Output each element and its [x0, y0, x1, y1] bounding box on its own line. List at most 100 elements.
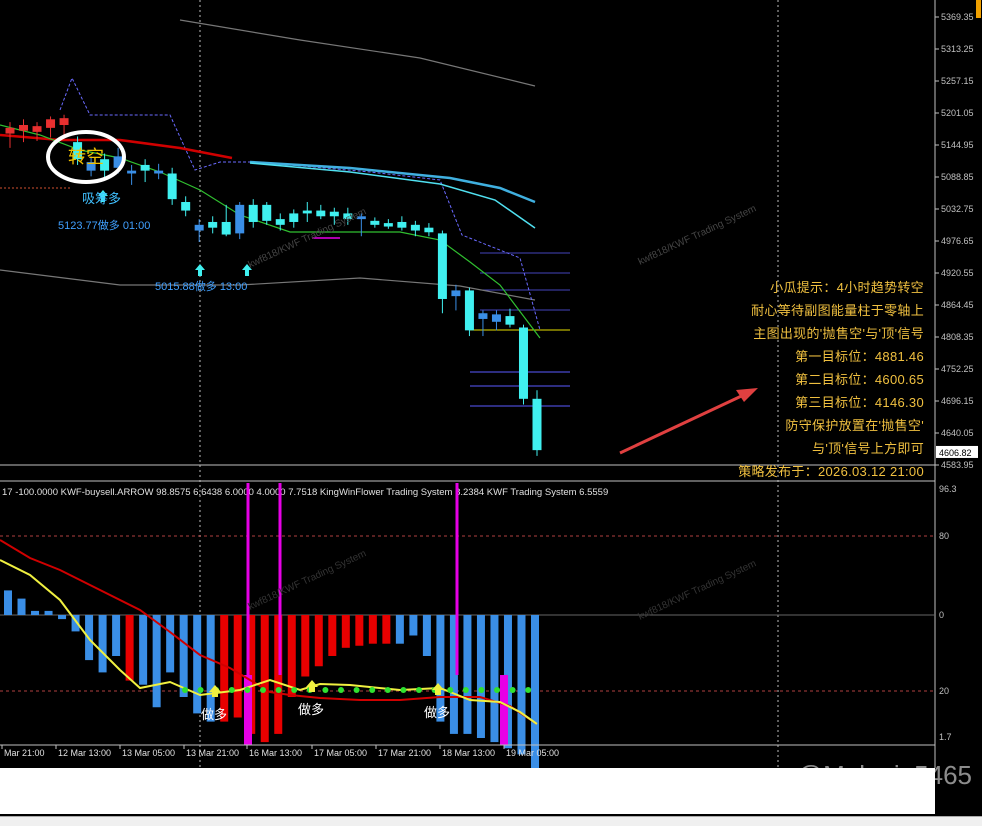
candle-body — [221, 221, 231, 235]
annotation-line: 防守保护放置在'抛售空' — [785, 418, 924, 433]
time-tick-label: 12 Mar 13:00 — [58, 748, 111, 758]
candle-body — [5, 127, 15, 134]
candle-body — [127, 170, 137, 174]
candle-body — [451, 290, 461, 297]
histogram-bar — [476, 615, 485, 738]
histogram-bar — [220, 615, 229, 722]
candle-body — [235, 204, 245, 234]
histogram-bar — [98, 615, 107, 673]
price-tick-label: 5369.35 — [941, 12, 974, 22]
green-dot — [509, 687, 516, 693]
candle-body — [154, 170, 164, 174]
price-tick-label: 5144.95 — [941, 140, 974, 150]
candle-body — [59, 118, 69, 126]
green-dot — [384, 687, 391, 693]
green-dot — [478, 687, 485, 693]
histogram-bar — [152, 615, 161, 708]
price-tick-label: 5201.05 — [941, 108, 974, 118]
candle-body — [248, 204, 258, 222]
histogram-bar — [179, 615, 188, 697]
green-dot — [462, 687, 469, 693]
time-tick-label: 13 Mar 21:00 — [186, 748, 239, 758]
histogram-bar — [58, 615, 67, 620]
candle-body — [140, 164, 150, 171]
price-tick-label: 4583.95 — [941, 460, 974, 470]
annotation-line: 耐心等待副图能量柱于零轴上 — [751, 303, 924, 318]
time-tick-label: 17 Mar 21:00 — [378, 748, 431, 758]
sub-tick-label: 20 — [939, 686, 949, 696]
histogram-bar — [409, 615, 418, 636]
candle-body — [316, 210, 326, 217]
annotation-line: 主图出现的'抛售空'与'顶'信号 — [753, 326, 924, 341]
histogram-bar — [112, 615, 121, 656]
signal-block — [500, 675, 508, 745]
histogram-bar — [125, 615, 134, 681]
annotation-line: 第三目标位：4146.30 — [795, 395, 924, 410]
green-dot — [182, 687, 188, 693]
candle-body — [19, 125, 29, 131]
price-tick-label: 5313.25 — [941, 44, 974, 54]
green-dot — [400, 687, 407, 693]
histogram-bar — [193, 615, 202, 714]
price-scale-marker — [976, 0, 981, 18]
green-dot — [197, 687, 204, 693]
candle-body — [167, 173, 177, 200]
indicator-title: 17 -100.0000 KWF-buysell.ARROW 98.8575 6… — [2, 487, 608, 498]
buy-signal-label: 做多 — [424, 705, 450, 720]
histogram-bar — [166, 615, 175, 673]
price-tick-label: 4696.15 — [941, 396, 974, 406]
green-dot — [525, 687, 532, 693]
histogram-bar — [260, 615, 269, 743]
time-tick-label: 13 Mar 05:00 — [122, 748, 175, 758]
price-tick-label: 4864.45 — [941, 300, 974, 310]
trading-chart[interactable]: 5369.35 5313.25 5257.15 5201.05 5144.95 5088.… — [0, 0, 982, 825]
candle-body — [370, 220, 380, 225]
green-dot — [369, 687, 376, 693]
candle-body — [181, 202, 191, 211]
signal-vertical-line — [278, 483, 282, 675]
signal-vertical-line — [455, 483, 459, 675]
histogram-bar — [463, 615, 472, 734]
annotation-line: 策略发布于：2026.03.12 21:00 — [738, 464, 924, 479]
sub-tick-label: 96.3 — [939, 484, 957, 494]
annotation-line: 第一目标位：4881.46 — [795, 349, 924, 364]
green-dot — [447, 687, 454, 693]
candle-body — [505, 316, 515, 325]
annotation-line: 小瓜提示：4小时趋势转空 — [770, 280, 924, 295]
histogram-bar — [531, 615, 539, 769]
green-dot — [322, 687, 329, 693]
turn-short-label: 转空 — [68, 147, 104, 167]
price-tick-label: 5088.85 — [941, 172, 974, 182]
green-dot — [494, 687, 500, 693]
candle-body — [46, 119, 56, 128]
price-tick-label: 5257.15 — [941, 76, 974, 86]
buy-price-label: 5015.88做多 13:00 — [155, 279, 247, 293]
price-tick-label: 4808.35 — [941, 332, 974, 342]
green-dot — [260, 687, 266, 693]
histogram-bar — [382, 615, 391, 644]
green-dot — [416, 687, 422, 693]
green-dot — [244, 687, 251, 693]
candle-body — [397, 221, 407, 228]
buy-signal-label: 做多 — [298, 702, 324, 717]
time-tick-label: 19 Mar 05:00 — [506, 748, 559, 758]
time-tick-label: 16 Mar 13:00 — [249, 748, 302, 758]
sub-tick-label: 80 — [939, 531, 949, 541]
histogram-bar — [422, 615, 431, 656]
time-tick-label: 18 Mar 13:00 — [442, 748, 495, 758]
candle-body — [464, 290, 474, 331]
histogram-bar — [517, 615, 526, 755]
buy-label: 吸筹多 — [82, 191, 121, 206]
price-tick-label: 4640.05 — [941, 428, 974, 438]
candle-body — [491, 314, 501, 322]
candle-body — [437, 233, 447, 299]
price-tick-label: 4976.65 — [941, 236, 974, 246]
buy-signal-label: 做多 — [201, 707, 227, 722]
histogram-bar — [328, 615, 337, 656]
histogram-bar — [490, 615, 499, 743]
histogram-bar — [395, 615, 404, 644]
annotation-line: 与'顶'信号上方即可 — [812, 441, 924, 456]
histogram-bar — [341, 615, 350, 648]
buy-price-label: 5123.77做多 01:00 — [58, 218, 150, 232]
sub-tick-label: 0 — [939, 610, 944, 620]
